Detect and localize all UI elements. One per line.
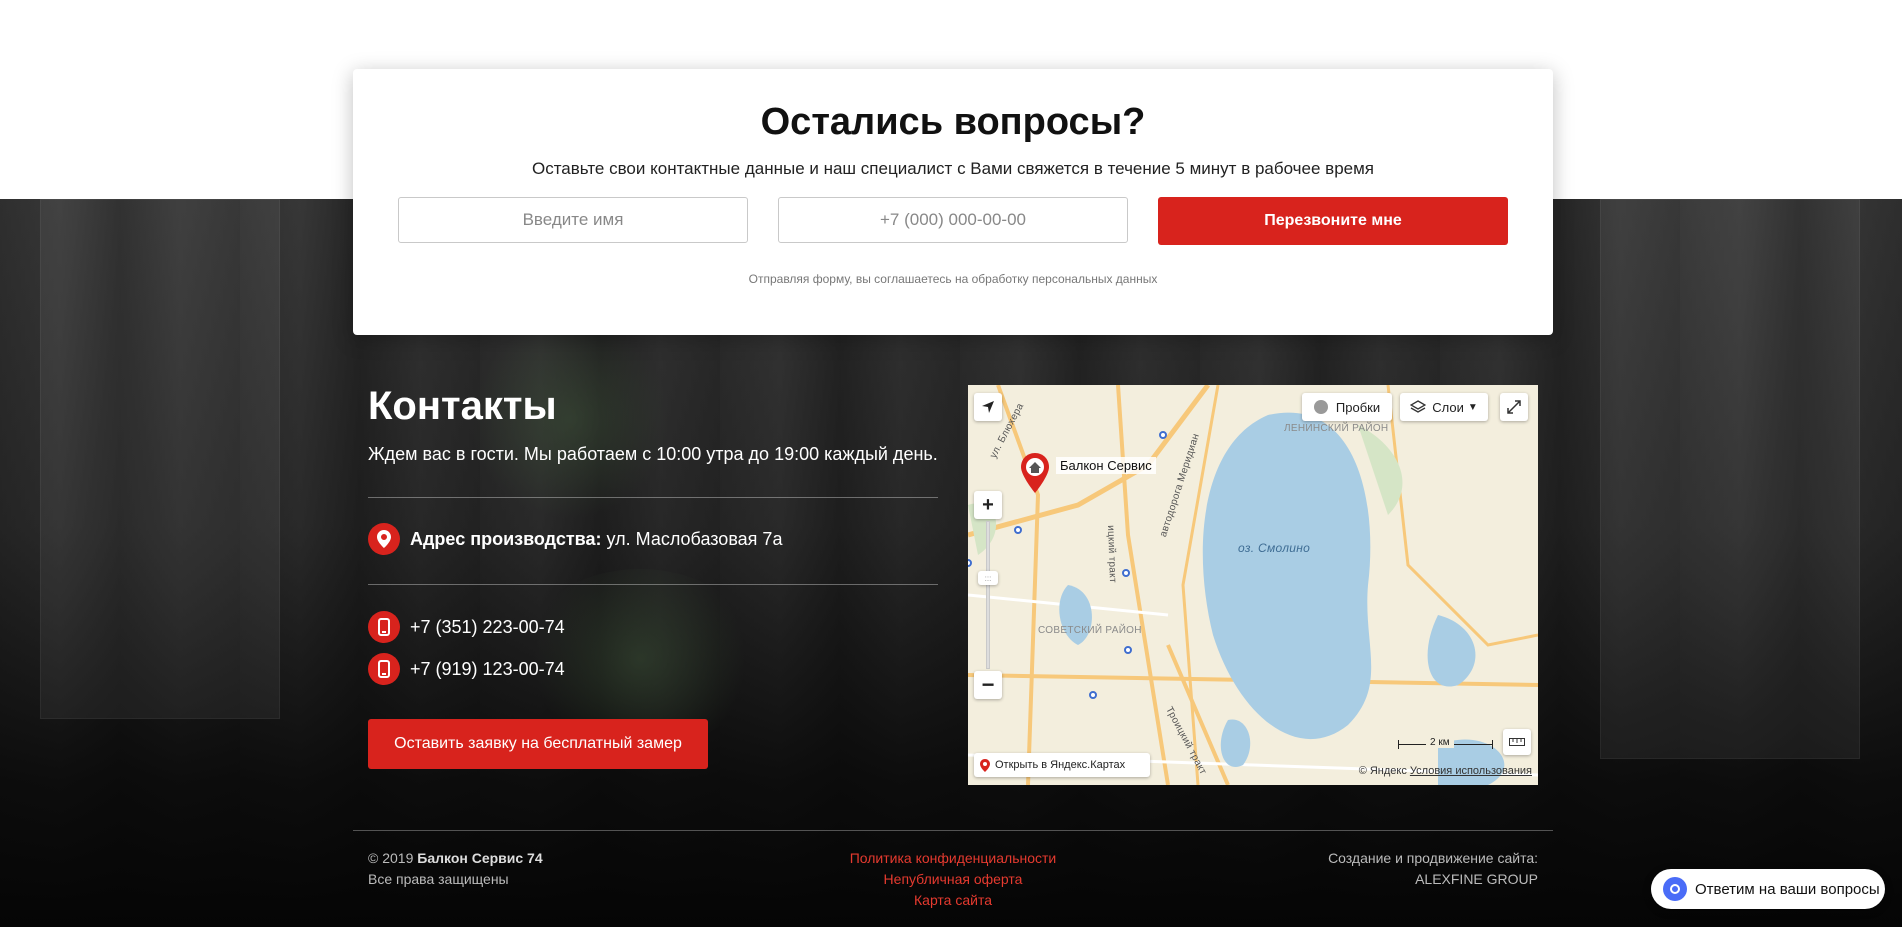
phone-icon (368, 653, 400, 685)
zoom-slider-track[interactable] (986, 521, 990, 669)
footer-divider (353, 830, 1553, 831)
privacy-policy-link[interactable]: Политика конфиденциальности (803, 848, 1103, 869)
location-pin-icon (980, 758, 990, 772)
form-subtitle: Оставьте свои контактные данные и наш сп… (531, 159, 1374, 178)
navigation-arrow-icon (982, 401, 994, 413)
map-lake-label: оз. Смолино (1238, 541, 1311, 555)
phone-number[interactable]: +7 (919) 123-00-74 (410, 659, 565, 680)
traffic-button[interactable]: Пробки (1302, 393, 1392, 421)
layers-button[interactable]: Слои ▼ (1400, 393, 1488, 421)
chat-icon (1663, 877, 1687, 901)
map-marker[interactable] (1020, 453, 1050, 498)
phone-input[interactable] (778, 197, 1128, 243)
phone-row[interactable]: +7 (351) 223-00-74 (368, 611, 565, 643)
copyright-prefix: © 2019 (368, 850, 414, 866)
credit-line: Создание и продвижение сайта: (1328, 850, 1538, 866)
terms-link[interactable]: Условия использования (1410, 765, 1532, 777)
map-canvas (968, 385, 1538, 785)
attribution-text: © Яндекс (1358, 765, 1407, 777)
offer-link[interactable]: Непубличная оферта (803, 869, 1103, 890)
ruler-button[interactable] (1503, 729, 1531, 755)
scale-label: 2 км (1426, 737, 1454, 748)
expand-icon (1507, 400, 1521, 414)
divider (368, 584, 938, 585)
footer-copyright: © 2019 Балкон Сервис 74 Все права защище… (368, 848, 543, 890)
agreement-text: Отправляя форму, вы соглашаетесь на обра… (748, 272, 1158, 286)
zoom-slider-handle[interactable]: ::: (978, 571, 998, 585)
map-street-label: ицкий тракт (1105, 525, 1119, 584)
rights-text: Все права защищены (368, 871, 509, 887)
free-measure-button[interactable]: Оставить заявку на бесплатный замер (368, 719, 708, 769)
map-attribution: © Яндекс Условия использования (1359, 765, 1532, 777)
footer-links: Политика конфиденциальности Непубличная … (803, 848, 1103, 911)
fullscreen-button[interactable] (1500, 393, 1528, 421)
callback-button[interactable]: Перезвоните мне (1158, 197, 1508, 245)
yandex-map[interactable]: ЛЕНИНСКИЙ РАЙОН СОВЕТСКИЙ РАЙОН оз. Смол… (968, 385, 1538, 785)
geolocation-button[interactable] (974, 393, 1002, 421)
bg-window-right (1600, 199, 1860, 759)
credit-name[interactable]: ALEXFINE GROUP (1328, 869, 1538, 890)
open-yandex-maps-link[interactable]: Открыть в Яндекс.Картах (974, 753, 1150, 777)
map-marker-label: Балкон Сервис (1056, 457, 1156, 474)
contacts-title: Контакты (368, 384, 557, 428)
contacts-subtitle: Ждем вас в гости. Мы работаем с 10:00 ут… (368, 444, 938, 464)
zoom-out-button[interactable]: − (974, 671, 1002, 699)
layers-icon (1410, 400, 1427, 413)
open-yandex-maps-label: Открыть в Яндекс.Картах (995, 759, 1126, 771)
divider (368, 497, 938, 498)
location-pin-icon (368, 523, 400, 555)
callback-form: Остались вопросы? Оставьте свои контактн… (353, 69, 1553, 335)
phone-number[interactable]: +7 (351) 223-00-74 (410, 617, 565, 638)
zoom-in-button[interactable]: + (974, 491, 1002, 519)
chat-widget-button[interactable]: Ответим на ваши вопросы (1651, 869, 1885, 909)
form-title: Остались вопросы? (760, 101, 1146, 143)
layers-label: Слои (1432, 399, 1464, 415)
footer-credit: Создание и продвижение сайта: ALEXFINE G… (1328, 848, 1538, 890)
bg-window-left (40, 199, 280, 719)
traffic-label: Пробки (1335, 399, 1381, 415)
map-district-label: ЛЕНИНСКИЙ РАЙОН (1284, 423, 1389, 434)
address-label: Адрес производства: (410, 528, 602, 549)
map-district-label: СОВЕТСКИЙ РАЙОН (1038, 625, 1142, 636)
name-input[interactable] (398, 197, 748, 243)
chat-label: Ответим на ваши вопросы (1695, 880, 1880, 898)
sitemap-link[interactable]: Карта сайта (803, 890, 1103, 911)
address-value: ул. Маслобазовая 7а (606, 528, 783, 549)
phone-icon (368, 611, 400, 643)
company-name: Балкон Сервис 74 (417, 850, 543, 866)
address-row: Адрес производства: ул. Маслобазовая 7а (368, 523, 782, 555)
phone-row[interactable]: +7 (919) 123-00-74 (368, 653, 565, 685)
traffic-icon (1313, 400, 1328, 414)
ruler-icon (1509, 738, 1525, 746)
chevron-down-icon: ▼ (1467, 401, 1478, 413)
map-scale: 2 км (1398, 737, 1493, 749)
